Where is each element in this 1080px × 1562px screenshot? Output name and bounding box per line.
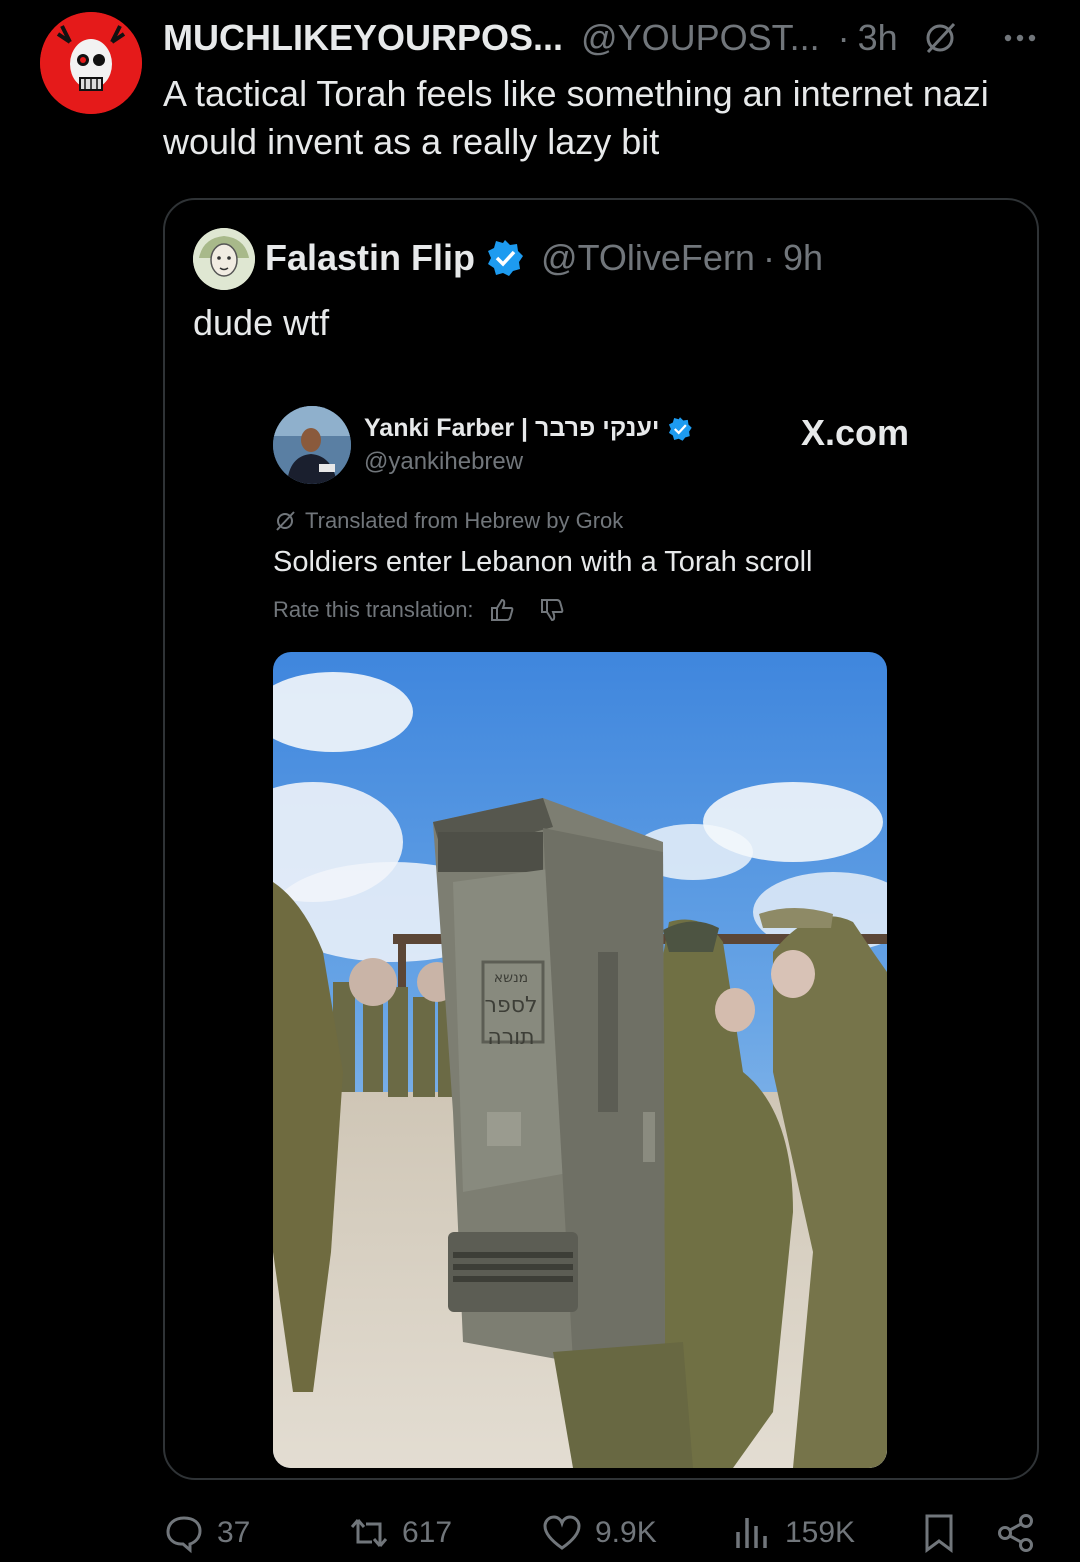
embedded-text: Soldiers enter Lebanon with a Torah scro… — [273, 546, 813, 578]
like-count: 9.9K — [595, 1516, 657, 1549]
views-button[interactable]: 159K — [731, 1508, 855, 1558]
embedded-name-row: Yanki Farber | יענקי פרבר — [364, 414, 693, 443]
thumbs-down-icon — [540, 599, 563, 622]
repost-count: 617 — [402, 1516, 453, 1549]
share-button[interactable] — [995, 1508, 1037, 1558]
quoted-tweet[interactable]: Falastin Flip @TOliveFern · 9h dude wtf — [163, 198, 1039, 1480]
avatar[interactable] — [40, 12, 142, 114]
tweet-text: A tactical Torah feels like something an… — [163, 73, 989, 162]
display-name[interactable]: MUCHLIKEYOURPOS... — [163, 17, 563, 59]
tweet: MUCHLIKEYOURPOS... @YOUPOST... · 3h A ta… — [0, 0, 1080, 1562]
rate-translation: Rate this translation: — [273, 596, 566, 624]
reply-icon — [166, 1516, 202, 1554]
separator-dot: · — [837, 17, 850, 58]
quote-display-name[interactable]: Falastin Flip — [265, 237, 475, 279]
svg-text:מנשא: מנשא — [494, 970, 528, 986]
embedded-display-name: Yanki Farber | יענקי פרבר — [364, 414, 660, 442]
user-handle[interactable]: @YOUPOST... — [581, 17, 820, 59]
reply-button[interactable]: 37 — [163, 1508, 250, 1558]
translation-label: Translated from Hebrew by Grok — [305, 508, 624, 533]
verified-badge-icon — [488, 240, 524, 276]
reply-count: 37 — [217, 1516, 251, 1549]
quote-header: Falastin Flip @TOliveFern · 9h — [265, 236, 823, 280]
share-icon — [998, 1514, 1033, 1552]
like-button[interactable]: 9.9K — [541, 1508, 657, 1558]
quote-handle[interactable]: @TOliveFern — [541, 237, 755, 279]
embedded-avatar — [273, 406, 351, 484]
rate-label: Rate this translation: — [273, 597, 474, 622]
more-options-icon[interactable] — [1000, 18, 1040, 58]
thumbs-up-icon — [490, 598, 513, 621]
embedded-handle: @yankihebrew — [364, 448, 524, 475]
quote-avatar[interactable] — [193, 228, 255, 290]
action-bar: 37 617 9.9K 159K — [163, 1508, 1043, 1558]
grok-icon — [276, 511, 295, 531]
photo[interactable]: מנשא לספר תורה — [273, 652, 887, 1468]
bookmark-icon — [925, 1514, 953, 1553]
tweet-header: MUCHLIKEYOURPOS... @YOUPOST... · 3h — [163, 16, 1040, 60]
xcom-brand: X.com — [801, 412, 910, 453]
heart-icon — [543, 1515, 581, 1550]
view-count: 159K — [785, 1516, 856, 1549]
repost-button[interactable]: 617 — [348, 1508, 452, 1558]
svg-text:לספר: לספר — [485, 993, 538, 1018]
bookmark-button[interactable] — [918, 1508, 960, 1558]
repost-icon — [350, 1519, 388, 1547]
grok-icon[interactable] — [920, 18, 960, 58]
quote-timestamp[interactable]: 9h — [783, 237, 823, 279]
timestamp[interactable]: 3h — [858, 17, 898, 59]
translation-note: Translated from Hebrew by Grok — [273, 508, 623, 534]
quote-text: dude wtf — [193, 302, 330, 343]
svg-text:תורה: תורה — [487, 1025, 534, 1050]
verified-badge-icon — [669, 416, 693, 441]
embedded-screenshot[interactable]: Yanki Farber | יענקי פרבר @yankihebrew X… — [165, 390, 1037, 1478]
separator-dot: · — [762, 237, 775, 278]
views-icon — [736, 1518, 767, 1548]
